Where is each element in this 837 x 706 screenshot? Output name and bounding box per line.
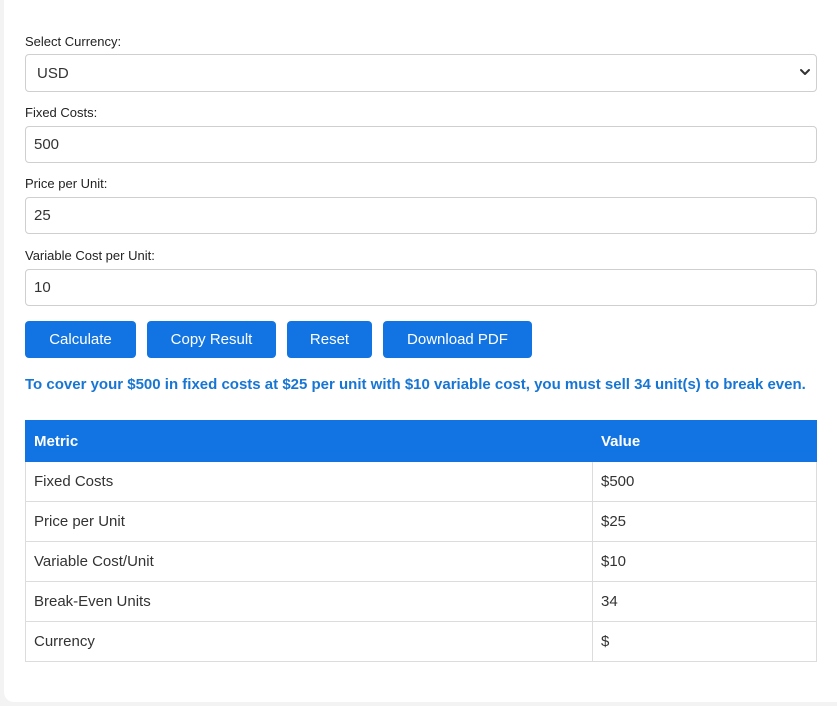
table-row: Currency $ [25, 621, 817, 662]
currency-select[interactable]: USD [25, 54, 817, 92]
price-per-unit-input[interactable]: 25 [25, 197, 817, 234]
fixed-costs-label: Fixed Costs: [25, 105, 98, 120]
result-message: To cover your $500 in fixed costs at $25… [25, 376, 806, 393]
fixed-costs-value: 500 [34, 136, 60, 153]
currency-select-value: USD [37, 64, 69, 82]
fixed-costs-input[interactable]: 500 [25, 126, 817, 163]
metric-cell: Variable Cost/Unit [25, 541, 593, 582]
calculate-button[interactable]: Calculate [25, 321, 136, 358]
price-per-unit-value: 25 [34, 207, 51, 224]
variable-cost-label: Variable Cost per Unit: [25, 248, 155, 263]
value-cell: $10 [592, 541, 817, 582]
reset-button[interactable]: Reset [287, 321, 372, 358]
metric-cell: Currency [25, 621, 593, 662]
chevron-down-icon [800, 69, 810, 75]
table-row: Break-Even Units 34 [25, 581, 817, 622]
copy-result-button[interactable]: Copy Result [147, 321, 276, 358]
header-value: Value [592, 420, 817, 462]
variable-cost-input[interactable]: 10 [25, 269, 817, 306]
metric-cell: Price per Unit [25, 501, 593, 542]
variable-cost-value: 10 [34, 279, 51, 296]
price-per-unit-label: Price per Unit: [25, 176, 108, 191]
currency-label: Select Currency: [25, 34, 122, 49]
table-row: Variable Cost/Unit $10 [25, 541, 817, 582]
download-pdf-button[interactable]: Download PDF [383, 321, 532, 358]
metric-cell: Fixed Costs [25, 461, 593, 502]
metric-cell: Break-Even Units [25, 581, 593, 622]
table-row: Price per Unit $25 [25, 501, 817, 542]
value-cell: 34 [592, 581, 817, 622]
header-metric: Metric [25, 420, 593, 462]
value-cell: $500 [592, 461, 817, 502]
table-row: Fixed Costs $500 [25, 461, 817, 502]
table-header-row: Metric Value [25, 420, 817, 462]
value-cell: $25 [592, 501, 817, 542]
value-cell: $ [592, 621, 817, 662]
results-table: Metric Value Fixed Costs $500 Price per … [25, 420, 817, 662]
